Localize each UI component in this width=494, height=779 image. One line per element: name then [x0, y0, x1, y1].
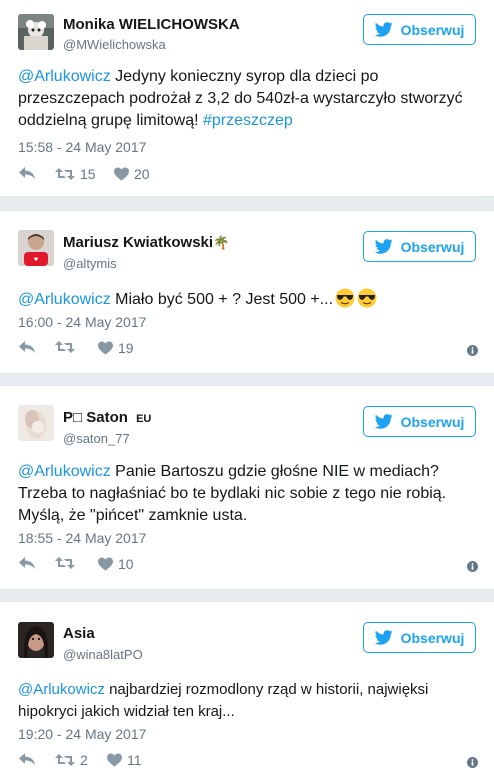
user-handle[interactable]: @saton_77: [63, 431, 130, 447]
tweet-body: Miało być 500 + ? Jest 500 +...: [110, 291, 334, 308]
tweet-actions: 15 20: [18, 166, 478, 186]
mention-link[interactable]: @Arlukowicz: [18, 681, 105, 698]
hashtag-link[interactable]: #przeszczep: [203, 112, 293, 129]
user-handle[interactable]: @wina8latPO: [63, 647, 143, 663]
retweet-button[interactable]: [55, 340, 75, 354]
follow-button[interactable]: Obserwuj: [363, 231, 476, 262]
retweet-button[interactable]: 15: [55, 166, 96, 182]
like-count: 19: [118, 340, 134, 356]
tweet-card: P□ Saton EU @saton_77 Obserwuj @Arlukowi…: [0, 385, 494, 590]
tweet-actions: 19: [18, 340, 478, 360]
palm-tree-emoji: 🌴: [213, 235, 230, 250]
like-button[interactable]: 10: [98, 556, 134, 572]
sunglasses-emoji-icon: [357, 288, 377, 308]
retweet-button[interactable]: [55, 556, 75, 570]
twitter-bird-icon: [374, 239, 393, 254]
tweet-card: Monika WIELICHOWSKA @MWielichowska Obser…: [0, 0, 494, 197]
tweet-timestamp[interactable]: 18:55 - 24 May 2017: [18, 530, 146, 546]
user-handle[interactable]: @altymis: [63, 256, 117, 272]
avatar[interactable]: [18, 14, 54, 50]
info-icon[interactable]: [467, 755, 478, 773]
user-handle[interactable]: @MWielichowska: [63, 37, 166, 53]
like-count: 10: [118, 556, 134, 572]
follow-button[interactable]: Obserwuj: [363, 622, 476, 653]
avatar[interactable]: [18, 622, 54, 658]
info-icon[interactable]: [467, 559, 478, 577]
reply-icon: [18, 340, 36, 354]
retweet-icon: [55, 753, 75, 767]
sunglasses-emoji-icon: [335, 288, 355, 308]
tweet-actions: 10: [18, 556, 478, 576]
avatar[interactable]: [18, 405, 54, 441]
display-name[interactable]: Monika WIELICHOWSKA: [63, 16, 240, 34]
info-icon[interactable]: [467, 343, 478, 361]
retweet-icon: [55, 167, 75, 181]
follow-label: Obserwuj: [400, 238, 465, 255]
reply-button[interactable]: [18, 556, 36, 570]
mention-link[interactable]: @Arlukowicz: [18, 463, 111, 480]
reply-button[interactable]: [18, 340, 36, 354]
reply-button[interactable]: [18, 166, 36, 180]
mention-link[interactable]: @Arlukowicz: [18, 291, 111, 308]
reply-icon: [18, 556, 36, 570]
retweet-count: 2: [80, 752, 88, 768]
reply-icon: [18, 752, 36, 766]
svg-text:♥: ♥: [34, 257, 39, 263]
follow-label: Obserwuj: [400, 413, 465, 430]
follow-label: Obserwuj: [400, 629, 465, 646]
like-button[interactable]: 19: [98, 340, 134, 356]
display-name-text: P□ Saton: [63, 409, 128, 426]
tweet-text: @Arlukowicz Panie Bartoszu gdzie głośne …: [18, 461, 478, 527]
like-button[interactable]: 20: [114, 166, 150, 182]
heart-icon: [98, 341, 113, 355]
display-name[interactable]: Asia: [63, 625, 95, 643]
eu-badge: EU: [136, 413, 152, 425]
retweet-icon: [55, 340, 75, 354]
display-name-text: Mariusz Kwiatkowski: [63, 234, 214, 251]
tweet-actions: 2 11: [18, 752, 478, 772]
like-count: 20: [134, 166, 150, 182]
tweet-card: ♥ Mariusz Kwiatkowski🌴 @altymis Obserwuj…: [0, 210, 494, 374]
tweet-text: @Arlukowicz Miało być 500 + ? Jest 500 +…: [18, 288, 478, 311]
heart-icon: [107, 753, 122, 767]
tweet-text: @Arlukowicz najbardziej rozmodlony rząd …: [18, 679, 478, 723]
reply-icon: [18, 166, 36, 180]
tweet-timestamp[interactable]: 16:00 - 24 May 2017: [18, 314, 146, 330]
heart-icon: [98, 557, 113, 571]
tweet-timestamp[interactable]: 19:20 - 24 May 2017: [18, 726, 146, 742]
follow-button[interactable]: Obserwuj: [363, 406, 476, 437]
retweet-count: 15: [80, 166, 96, 182]
twitter-bird-icon: [374, 630, 393, 645]
retweet-button[interactable]: 2: [55, 752, 88, 768]
like-count: 11: [127, 752, 142, 768]
tweet-feed: Monika WIELICHOWSKA @MWielichowska Obser…: [0, 0, 494, 779]
avatar[interactable]: ♥: [18, 230, 54, 266]
twitter-bird-icon: [374, 414, 393, 429]
tweet-text: @Arlukowicz Jedyny konieczny syrop dla d…: [18, 66, 478, 132]
tweet-timestamp[interactable]: 15:58 - 24 May 2017: [18, 139, 146, 155]
display-name[interactable]: Mariusz Kwiatkowski🌴: [63, 234, 229, 252]
twitter-bird-icon: [374, 22, 393, 37]
reply-button[interactable]: [18, 752, 36, 766]
like-button[interactable]: 11: [107, 752, 142, 768]
tweet-card: Asia @wina8latPO Obserwuj @Arlukowicz na…: [0, 601, 494, 779]
retweet-icon: [55, 556, 75, 570]
follow-button[interactable]: Obserwuj: [363, 14, 476, 45]
display-name[interactable]: P□ Saton EU: [63, 409, 151, 428]
heart-icon: [114, 167, 129, 181]
mention-link[interactable]: @Arlukowicz: [18, 68, 111, 85]
follow-label: Obserwuj: [400, 21, 465, 38]
